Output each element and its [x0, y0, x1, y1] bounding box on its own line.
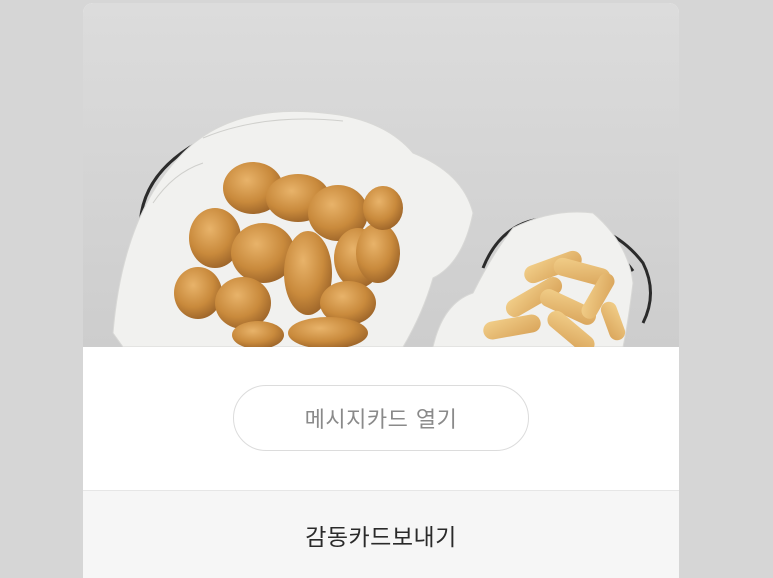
send-card-button[interactable]: 감동카드보내기 [83, 491, 679, 578]
gift-card-panel: 메시지카드 열기 감동카드보내기 [83, 3, 679, 578]
open-message-card-button[interactable]: 메시지카드 열기 [233, 385, 529, 451]
send-card-label: 감동카드보내기 [305, 524, 457, 551]
open-message-card-label: 메시지카드 열기 [304, 408, 458, 433]
hero-food-image [83, 3, 679, 347]
left-paper [112, 110, 474, 347]
message-card-area: 메시지카드 열기 [83, 347, 679, 490]
chicken-fries-illustration [112, 110, 652, 347]
